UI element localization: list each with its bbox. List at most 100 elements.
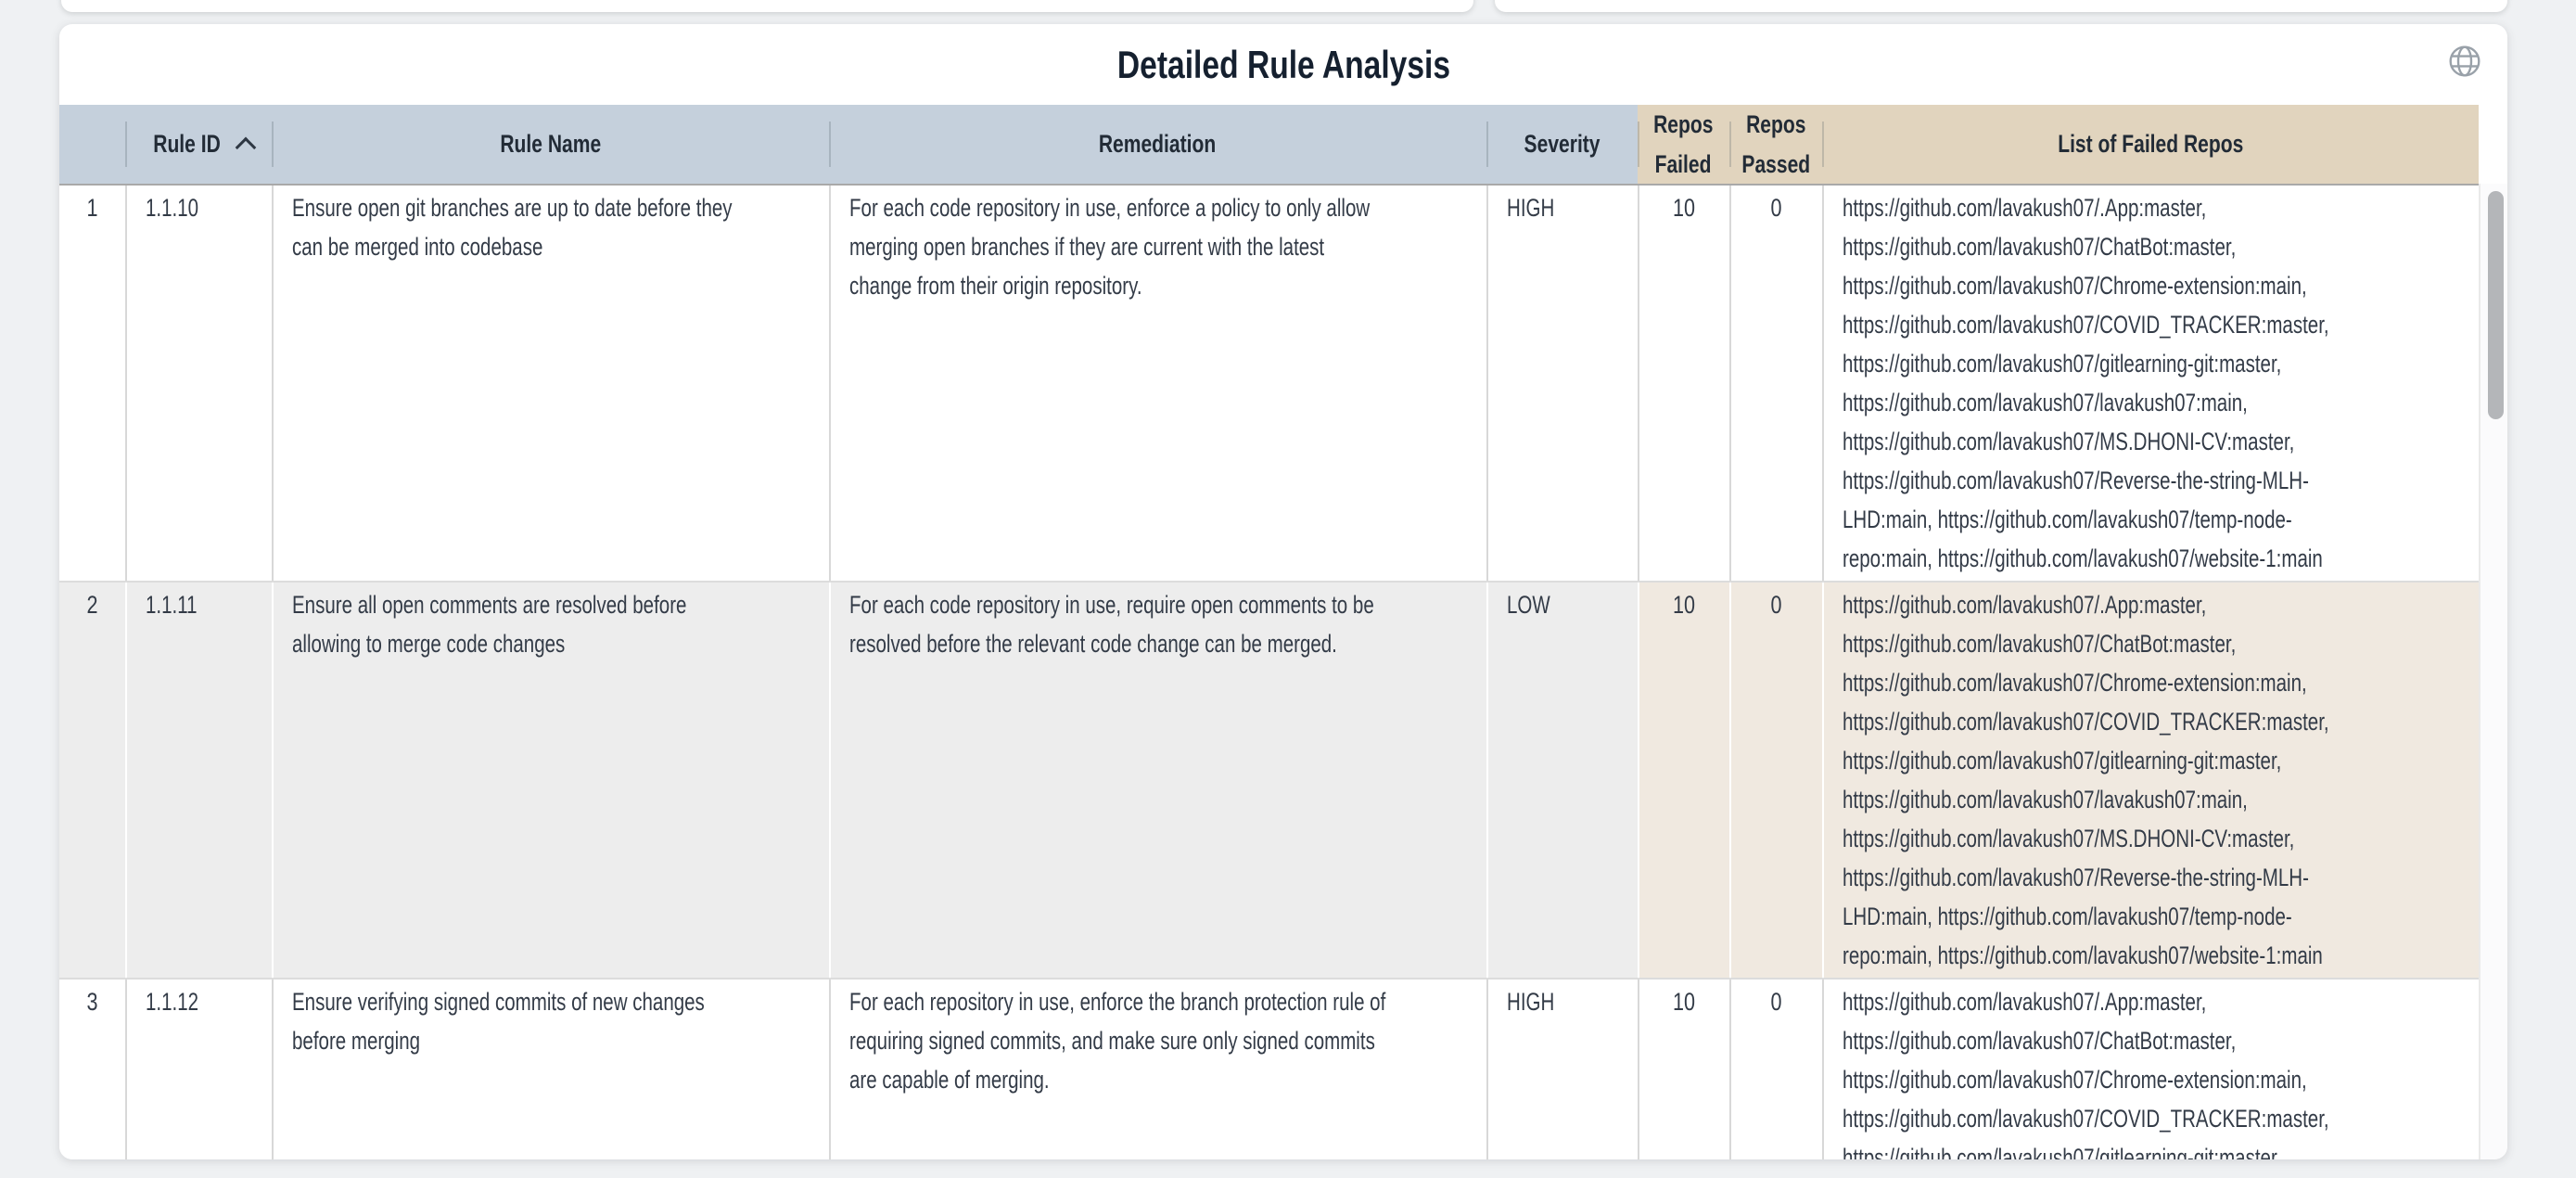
col-header-label: Severity [1524, 124, 1600, 164]
cell-text-line: https://github.com/lavakush07/lavakush07… [1843, 780, 2462, 819]
cell-repos_passed: 0 [1729, 583, 1822, 978]
table-body: 1 1.1.10 Ensure open git branches are up t… [59, 186, 2479, 1159]
page-title: Detailed Rule Analysis [1116, 43, 1449, 87]
cell-value: 1 [86, 188, 97, 227]
col-header-label: ReposFailed [1645, 105, 1722, 185]
cell-value: 0 [1771, 585, 1782, 624]
col-header-severity[interactable]: Severity [1486, 105, 1638, 184]
cell-text-line: https://github.com/lavakush07/.App:maste… [1843, 585, 2462, 624]
cell-rule_id: 1.1.12 [125, 980, 272, 1159]
col-header-label-line: Passed [1741, 145, 1810, 185]
cell-value: 1.1.11 [146, 585, 253, 624]
col-header-repos_failed[interactable]: ReposFailed [1638, 105, 1729, 184]
cell-repos_failed: 10 [1638, 980, 1729, 1159]
cell-text-line: https://github.com/lavakush07/Chrome-ext… [1843, 1060, 2462, 1099]
cell-value: 3 [86, 982, 97, 1021]
table-row: 3 1.1.12 Ensure verifying signed commits o… [59, 978, 2479, 1159]
cell-index: 3 [59, 980, 125, 1159]
col-header-label: Remediation [1099, 124, 1216, 164]
col-header-label-line: Repos [1746, 105, 1805, 145]
cell-rule_id: 1.1.10 [125, 186, 272, 581]
cell-text-line: LHD:main, https://github.com/lavakush07/… [1843, 897, 2462, 936]
cell-remediation: For each code repository in use, require… [829, 583, 1486, 978]
cell-severity: LOW [1486, 583, 1638, 978]
cell-value: 0 [1771, 188, 1782, 227]
cell-index: 2 [59, 583, 125, 978]
cell-text-line: https://github.com/lavakush07/COVID_TRAC… [1843, 305, 2462, 344]
table-row: 2 1.1.11 Ensure all open comments are reso… [59, 581, 2479, 978]
cell-repos_passed: 0 [1729, 980, 1822, 1159]
cell-repos_passed: 0 [1729, 186, 1822, 581]
vertical-scrollbar-track[interactable] [2479, 184, 2507, 1159]
cell-text-line: https://github.com/lavakush07/.App:maste… [1843, 982, 2462, 1021]
cell-text-line: resolved before the relevant code change… [849, 624, 1470, 663]
cell-text-line: https://github.com/lavakush07/ChatBot:ma… [1843, 1021, 2462, 1060]
cell-value: HIGH [1507, 982, 1619, 1021]
cell-value: 1.1.10 [146, 188, 253, 227]
col-header-rule_name[interactable]: Rule Name [272, 105, 829, 184]
cell-text-line: https://github.com/lavakush07/Chrome-ext… [1843, 266, 2462, 305]
cell-value: 0 [1771, 982, 1782, 1021]
cell-value: 10 [1673, 188, 1695, 227]
cell-text-line: https://github.com/lavakush07/MS.DHONI-C… [1843, 819, 2462, 858]
cell-rule_name: Ensure verifying signed commits of new c… [272, 980, 829, 1159]
cell-text-line: repo:main, https://github.com/lavakush07… [1843, 936, 2462, 975]
detailed-rule-analysis-card: Detailed Rule Analysis Rule IDRule NameR… [59, 24, 2507, 1159]
col-header-label-line: Repos [1653, 105, 1713, 145]
cell-remediation: For each code repository in use, enforce… [829, 186, 1486, 581]
vertical-scrollbar-thumb[interactable] [2488, 191, 2504, 419]
cell-text-line: https://github.com/lavakush07/gitlearnin… [1843, 344, 2462, 383]
cell-text-line: https://github.com/lavakush07/MS.DHONI-C… [1843, 422, 2462, 461]
globe-button[interactable] [2446, 43, 2483, 80]
cell-text-line: Ensure open git branches are up to date … [292, 188, 812, 227]
cell-text-line: Ensure all open comments are resolved be… [292, 585, 812, 624]
cell-text-line: https://github.com/lavakush07/Reverse-th… [1843, 858, 2462, 897]
cell-value: HIGH [1507, 188, 1619, 227]
cell-text-line: change from their origin repository. [849, 266, 1470, 305]
cell-text-line: repo:main, https://github.com/lavakush07… [1843, 539, 2462, 578]
sort-ascending-caret-icon [236, 137, 257, 159]
cell-value: 1.1.12 [146, 982, 253, 1021]
col-header-rule_id[interactable]: Rule ID [125, 105, 272, 184]
cell-text-line: https://github.com/lavakush07/COVID_TRAC… [1843, 702, 2462, 741]
adjacent-card-above-right [1495, 0, 2507, 12]
col-header-failed_repos[interactable]: List of Failed Repos [1822, 105, 2479, 184]
col-header-label: Rule ID [153, 124, 221, 164]
cell-text-line: https://github.com/lavakush07/.App:maste… [1843, 188, 2462, 227]
cell-text-line: merging open branches if they are curren… [849, 227, 1470, 266]
cell-text-line: LHD:main, https://github.com/lavakush07/… [1843, 500, 2462, 539]
page-background: { "card": { "title": "Detailed Rule Anal… [0, 0, 2576, 1178]
col-header-repos_passed[interactable]: ReposPassed [1729, 105, 1822, 184]
cell-text-line: https://github.com/lavakush07/gitlearnin… [1843, 741, 2462, 780]
cell-failed_repos: https://github.com/lavakush07/.App:maste… [1822, 583, 2479, 978]
col-header-label: ReposPassed [1732, 105, 1820, 185]
col-header-remediation[interactable]: Remediation [829, 105, 1486, 184]
cell-value: 10 [1673, 982, 1695, 1021]
cell-text-line: can be merged into codebase [292, 227, 812, 266]
cell-failed_repos: https://github.com/lavakush07/.App:maste… [1822, 186, 2479, 581]
cell-severity: HIGH [1486, 980, 1638, 1159]
card-header: Detailed Rule Analysis [59, 24, 2507, 105]
cell-failed_repos: https://github.com/lavakush07/.App:maste… [1822, 980, 2479, 1159]
col-header-index[interactable] [59, 105, 125, 184]
cell-text-line: https://github.com/lavakush07/gitlearnin… [1843, 1138, 2462, 1159]
cell-text-line: allowing to merge code changes [292, 624, 812, 663]
table-header-row: Rule ID Rule Name Remediation Severity Repos… [59, 105, 2479, 186]
cell-text-line: are capable of merging. [849, 1060, 1470, 1099]
cell-severity: HIGH [1486, 186, 1638, 581]
cell-text-line: https://github.com/lavakush07/lavakush07… [1843, 383, 2462, 422]
cell-value: 10 [1673, 585, 1695, 624]
cell-text-line: before merging [292, 1021, 812, 1060]
cell-text-line: https://github.com/lavakush07/ChatBot:ma… [1843, 624, 2462, 663]
cell-index: 1 [59, 186, 125, 581]
adjacent-card-above-left [61, 0, 1473, 12]
cell-value: 2 [86, 585, 97, 624]
cell-text-line: For each code repository in use, enforce… [849, 188, 1470, 227]
cell-text-line: https://github.com/lavakush07/COVID_TRAC… [1843, 1099, 2462, 1138]
cell-text-line: https://github.com/lavakush07/Chrome-ext… [1843, 663, 2462, 702]
col-header-label: Rule Name [500, 124, 601, 164]
cell-text-line: Ensure verifying signed commits of new c… [292, 982, 812, 1021]
cell-text-line: https://github.com/lavakush07/Reverse-th… [1843, 461, 2462, 500]
table-row: 1 1.1.10 Ensure open git branches are up t… [59, 186, 2479, 581]
cell-text-line: requiring signed commits, and make sure … [849, 1021, 1470, 1060]
